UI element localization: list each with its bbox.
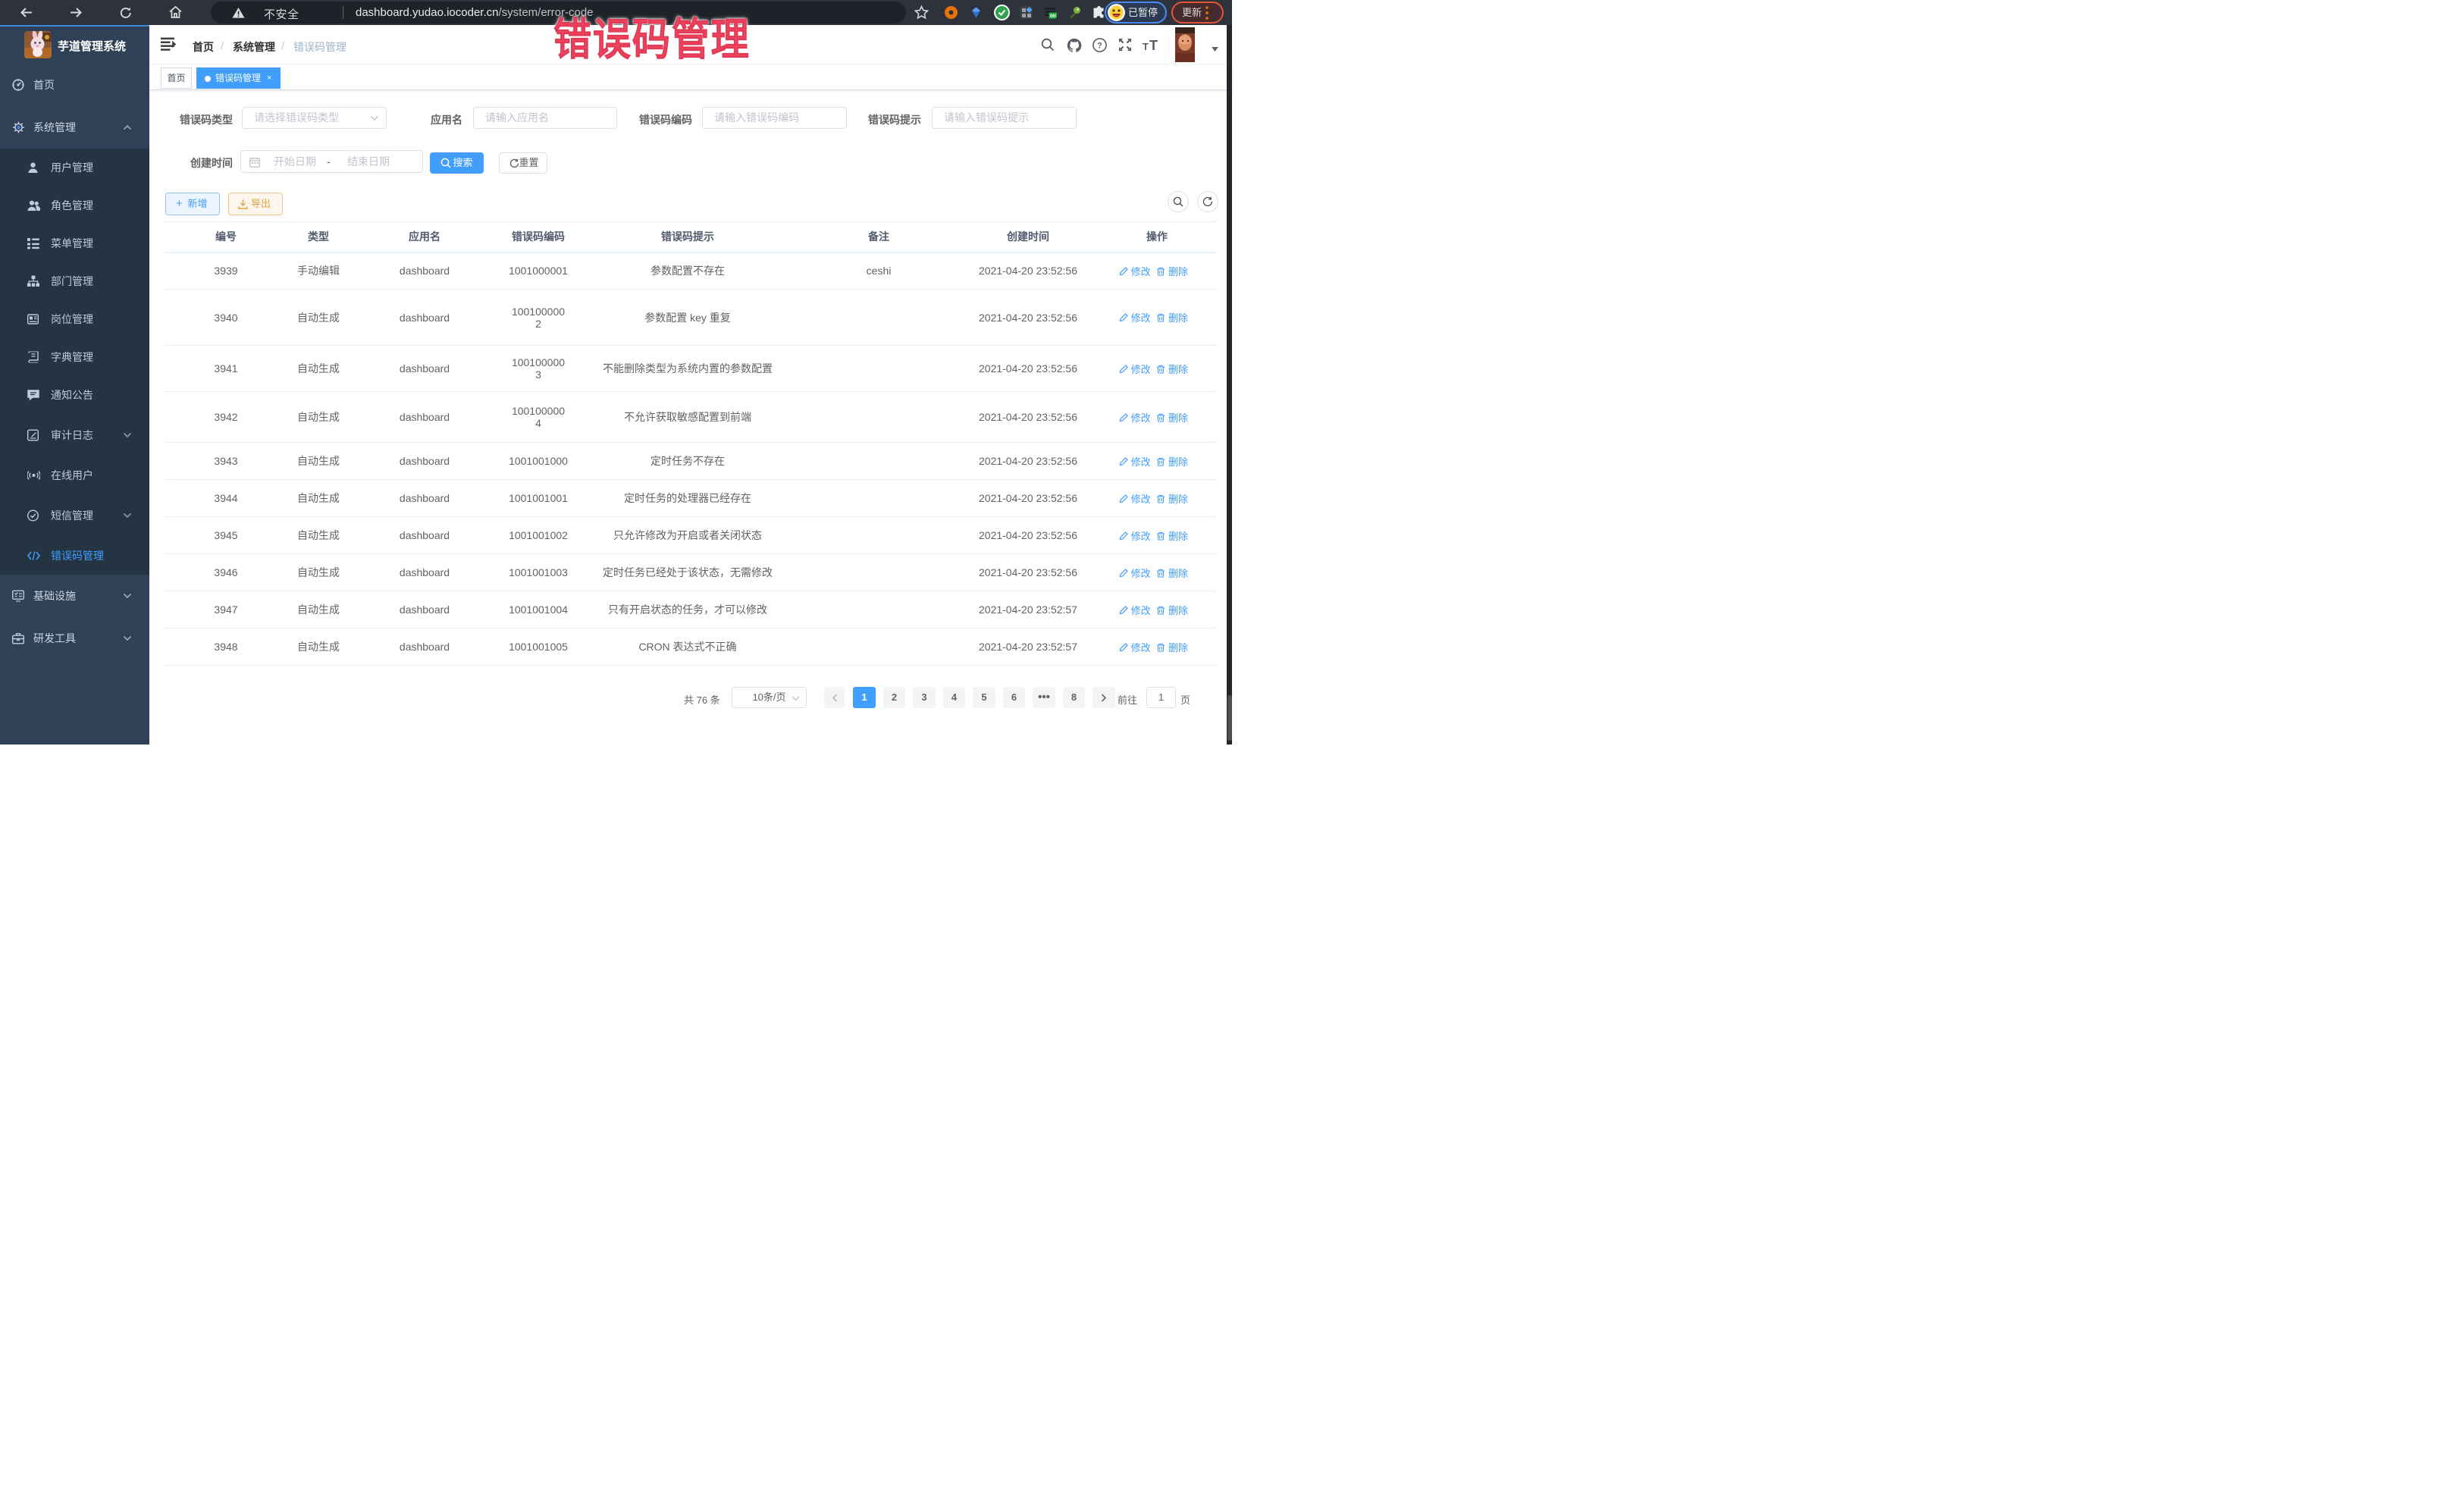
svg-text:?: ? <box>1097 42 1102 51</box>
svg-text:on: on <box>1050 14 1056 19</box>
svg-text:T: T <box>1149 38 1158 52</box>
svg-text:T: T <box>1143 41 1149 52</box>
